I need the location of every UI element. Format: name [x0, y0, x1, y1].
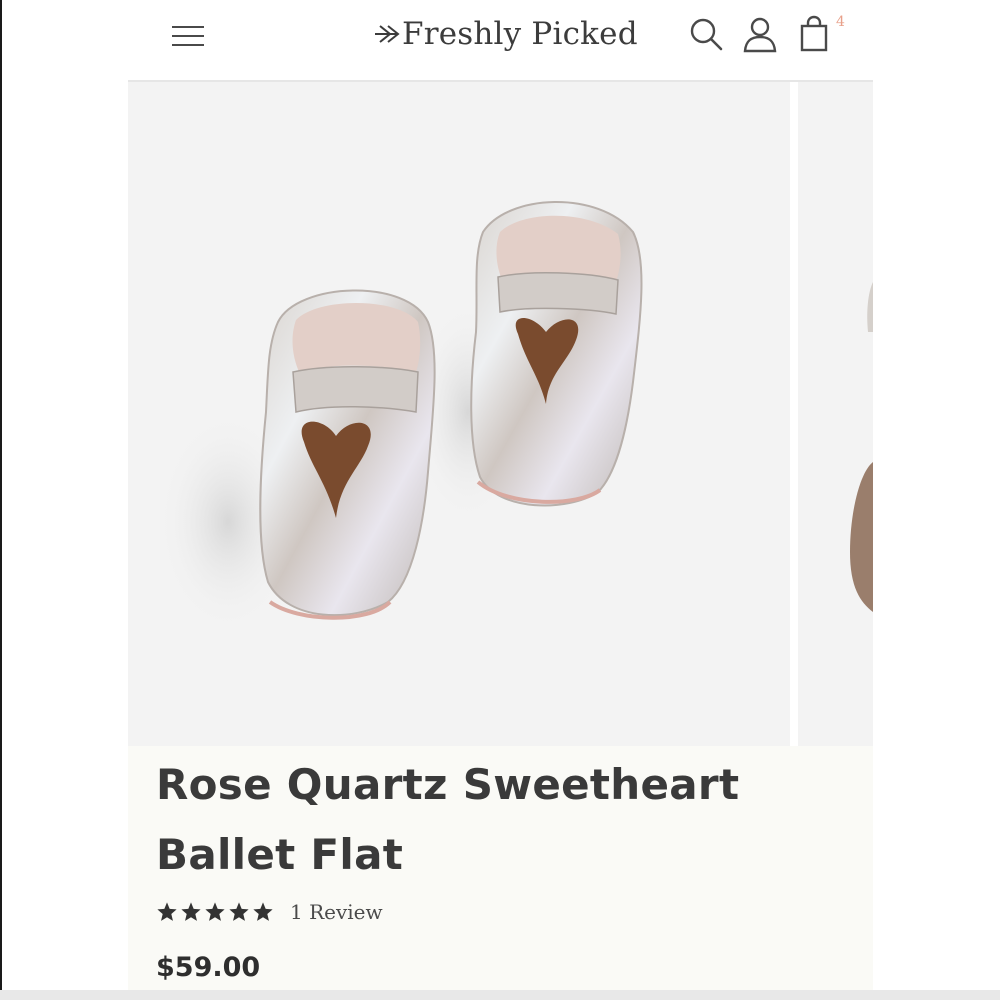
product-page: Freshly Picked 4 Rose Quartz Sweetheart …: [128, 0, 873, 1000]
star-icon: [229, 902, 249, 921]
product-title: Rose Quartz Sweetheart Ballet Flat: [156, 760, 740, 879]
rating-stars: [156, 901, 274, 923]
left-border: [0, 0, 2, 1000]
logo-arrow-icon: [375, 25, 400, 43]
cart-icon[interactable]: [794, 14, 834, 54]
search-icon[interactable]: [686, 14, 726, 54]
bottom-strip: [0, 990, 1000, 1000]
cart-count-badge: 4: [836, 14, 845, 30]
product-info: Rose Quartz Sweetheart Ballet Flat 1 Rev…: [128, 746, 873, 1000]
account-icon[interactable]: [740, 14, 780, 54]
review-count-link[interactable]: 1 Review: [290, 900, 383, 924]
product-gallery[interactable]: [128, 82, 873, 746]
product-image[interactable]: [128, 82, 790, 746]
next-product-image[interactable]: [798, 82, 873, 746]
star-icon: [253, 902, 273, 921]
shoes-illustration: [158, 201, 643, 632]
brand-name: Freshly Picked: [402, 16, 638, 52]
next-image-peek: [850, 282, 873, 612]
product-price: $59.00: [156, 952, 261, 983]
brand-logo[interactable]: Freshly Picked: [374, 12, 638, 56]
site-header: Freshly Picked 4: [128, 0, 873, 82]
product-rating[interactable]: 1 Review: [156, 900, 383, 924]
star-icon: [181, 902, 201, 921]
star-icon: [205, 902, 225, 921]
star-icon: [157, 902, 177, 921]
menu-icon[interactable]: [172, 24, 204, 48]
